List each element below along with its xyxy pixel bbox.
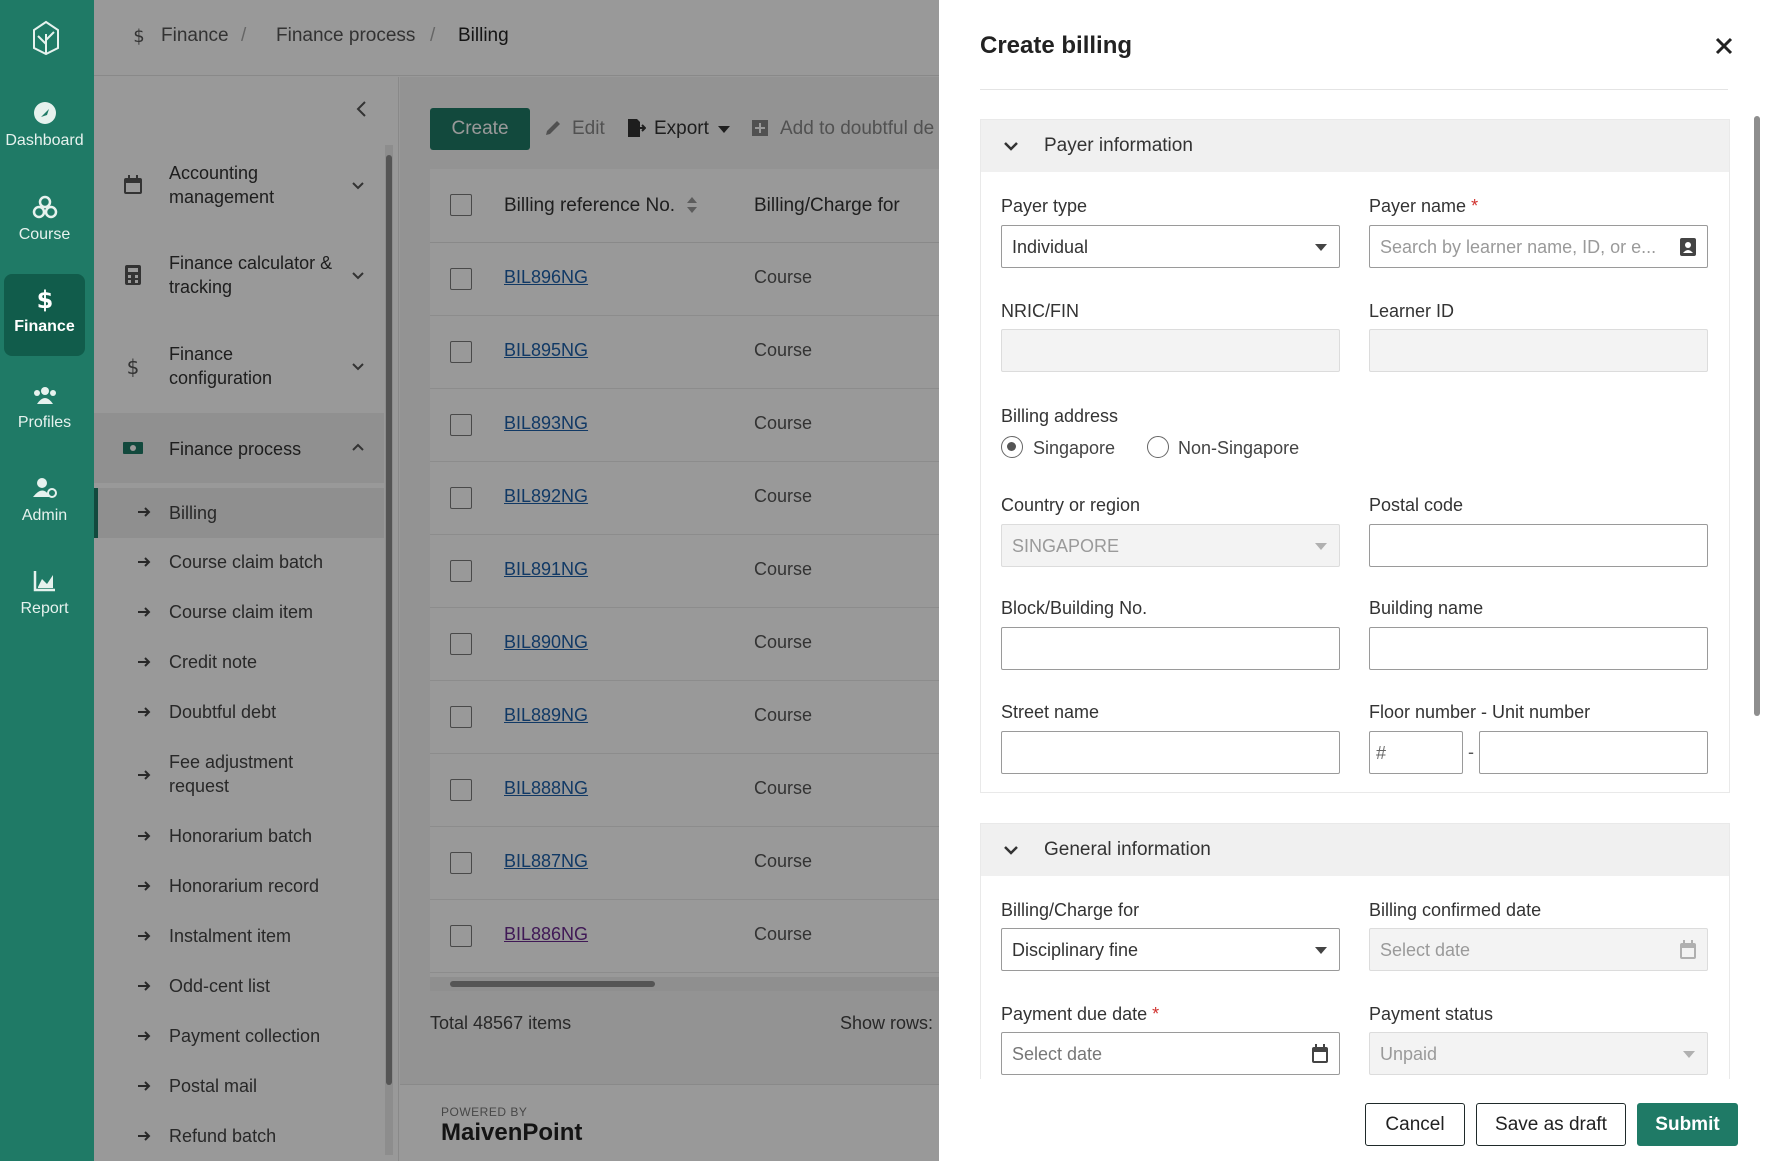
postal-code-input[interactable] [1369, 524, 1708, 567]
country-label: Country or region [1001, 495, 1141, 515]
billing-address-label: Billing address [1001, 406, 1119, 426]
drawer-footer: Cancel Save as draft Submit [939, 1085, 1771, 1161]
charge-for-value: Disciplinary fine [1012, 940, 1139, 960]
title-divider [980, 89, 1728, 90]
radio-singapore[interactable] [1001, 436, 1023, 458]
payer-type-select[interactable]: Individual [1001, 225, 1340, 268]
drawer-scrollbar[interactable] [1752, 100, 1762, 1080]
course-icon [32, 195, 57, 219]
payment-status-label: Payment status [1369, 1004, 1494, 1024]
caret-down-icon [1315, 244, 1327, 251]
cancel-button[interactable]: Cancel [1365, 1103, 1465, 1146]
nric-field [1001, 329, 1340, 372]
floor-number-input[interactable]: # [1369, 731, 1463, 774]
contact-card-icon[interactable] [1679, 237, 1697, 257]
calendar-icon[interactable] [1311, 1044, 1329, 1064]
required-marker: * [1152, 1004, 1160, 1024]
due-date-label: Payment due date * [1001, 1004, 1160, 1024]
rail-item-course[interactable]: Course [4, 182, 85, 264]
payer-name-input[interactable]: Search by learner name, ID, or e... [1369, 225, 1708, 268]
caret-down-icon [1315, 543, 1327, 550]
confirmed-date-placeholder: Select date [1380, 940, 1471, 960]
dollar-icon: $ [36, 286, 53, 312]
drawer-body: Payer information Payer type Individual … [980, 119, 1730, 1079]
rail-label-profiles: Profiles [17, 414, 72, 431]
section-header-general[interactable]: General information [981, 824, 1729, 876]
payment-status-value: Unpaid [1380, 1044, 1438, 1064]
section-title: Payer information [1044, 135, 1193, 156]
scrollbar-thumb[interactable] [1754, 116, 1760, 716]
close-icon[interactable] [1714, 36, 1734, 56]
radio-non-singapore-label: Non-Singapore [1178, 438, 1300, 458]
country-select: SINGAPORE [1001, 524, 1340, 567]
rail-item-admin[interactable]: Admin [4, 463, 85, 545]
block-label: Block/Building No. [1001, 598, 1148, 618]
learner-id-label: Learner ID [1369, 301, 1455, 321]
rail-label-finance: Finance [14, 318, 75, 335]
block-input[interactable] [1001, 627, 1340, 670]
due-date-picker[interactable]: Select date [1001, 1032, 1340, 1075]
street-name-input[interactable] [1001, 731, 1340, 774]
chart-icon [33, 571, 55, 592]
charge-for-select[interactable]: Disciplinary fine [1001, 928, 1340, 971]
payer-information-section: Payer information Payer type Individual … [980, 119, 1730, 793]
required-marker: * [1471, 196, 1479, 216]
floor-unit-dash: - [1468, 742, 1474, 762]
caret-down-icon [1315, 947, 1327, 954]
modal-overlay[interactable] [94, 0, 939, 1161]
rail-item-dashboard[interactable]: Dashboard [4, 88, 85, 170]
submit-button[interactable]: Submit [1637, 1103, 1738, 1146]
floor-prefix: # [1376, 743, 1387, 763]
postal-code-label: Postal code [1369, 495, 1464, 515]
section-header-payer[interactable]: Payer information [981, 120, 1729, 172]
section-title: General information [1044, 839, 1211, 860]
caret-down-icon [1683, 1051, 1695, 1058]
rail-item-finance[interactable]: $ Finance [4, 274, 85, 356]
calendar-icon [1680, 940, 1696, 959]
svg-text:$: $ [36, 286, 53, 312]
payer-name-placeholder: Search by learner name, ID, or e... [1380, 237, 1657, 257]
app-logo-icon[interactable] [28, 18, 64, 58]
radio-singapore-label: Singapore [1033, 438, 1116, 458]
chevron-down-icon [1004, 142, 1018, 151]
create-billing-drawer: Create billing Payer information Payer t… [939, 0, 1771, 1161]
people-icon [33, 387, 56, 404]
street-name-label: Street name [1001, 702, 1100, 722]
chevron-down-icon [1004, 846, 1018, 855]
confirmed-date-label: Billing confirmed date [1369, 900, 1542, 920]
app-rail: Dashboard Course $ Finance Profiles Admi… [0, 0, 94, 1161]
save-as-draft-button[interactable]: Save as draft [1476, 1103, 1626, 1146]
building-name-label: Building name [1369, 598, 1484, 618]
payment-status-select: Unpaid [1369, 1032, 1708, 1075]
unit-number-input[interactable] [1479, 731, 1708, 774]
confirmed-date-picker: Select date [1369, 928, 1708, 971]
radio-non-singapore[interactable] [1147, 436, 1169, 458]
floor-unit-label: Floor number - Unit number [1369, 702, 1591, 722]
admin-icon [32, 478, 57, 498]
due-date-placeholder: Select date [1012, 1044, 1103, 1064]
nric-label: NRIC/FIN [1001, 301, 1079, 321]
rail-label-dashboard: Dashboard [5, 132, 84, 149]
learner-id-field [1369, 329, 1708, 372]
payer-name-label: Payer name * [1369, 196, 1479, 216]
rail-label-admin: Admin [21, 507, 68, 524]
payer-type-value: Individual [1012, 237, 1089, 257]
rail-item-report[interactable]: Report [4, 556, 85, 638]
country-value: SINGAPORE [1012, 536, 1120, 556]
general-information-section: General information Billing/Charge for D… [980, 823, 1730, 1079]
charge-for-label: Billing/Charge for [1001, 900, 1140, 920]
payer-type-label: Payer type [1001, 196, 1088, 216]
rail-item-profiles[interactable]: Profiles [4, 370, 85, 452]
dashboard-icon [33, 102, 56, 124]
rail-label-report: Report [20, 600, 69, 617]
building-name-input[interactable] [1369, 627, 1708, 670]
drawer-title: Create billing [980, 32, 1133, 59]
rail-label-course: Course [18, 226, 71, 243]
